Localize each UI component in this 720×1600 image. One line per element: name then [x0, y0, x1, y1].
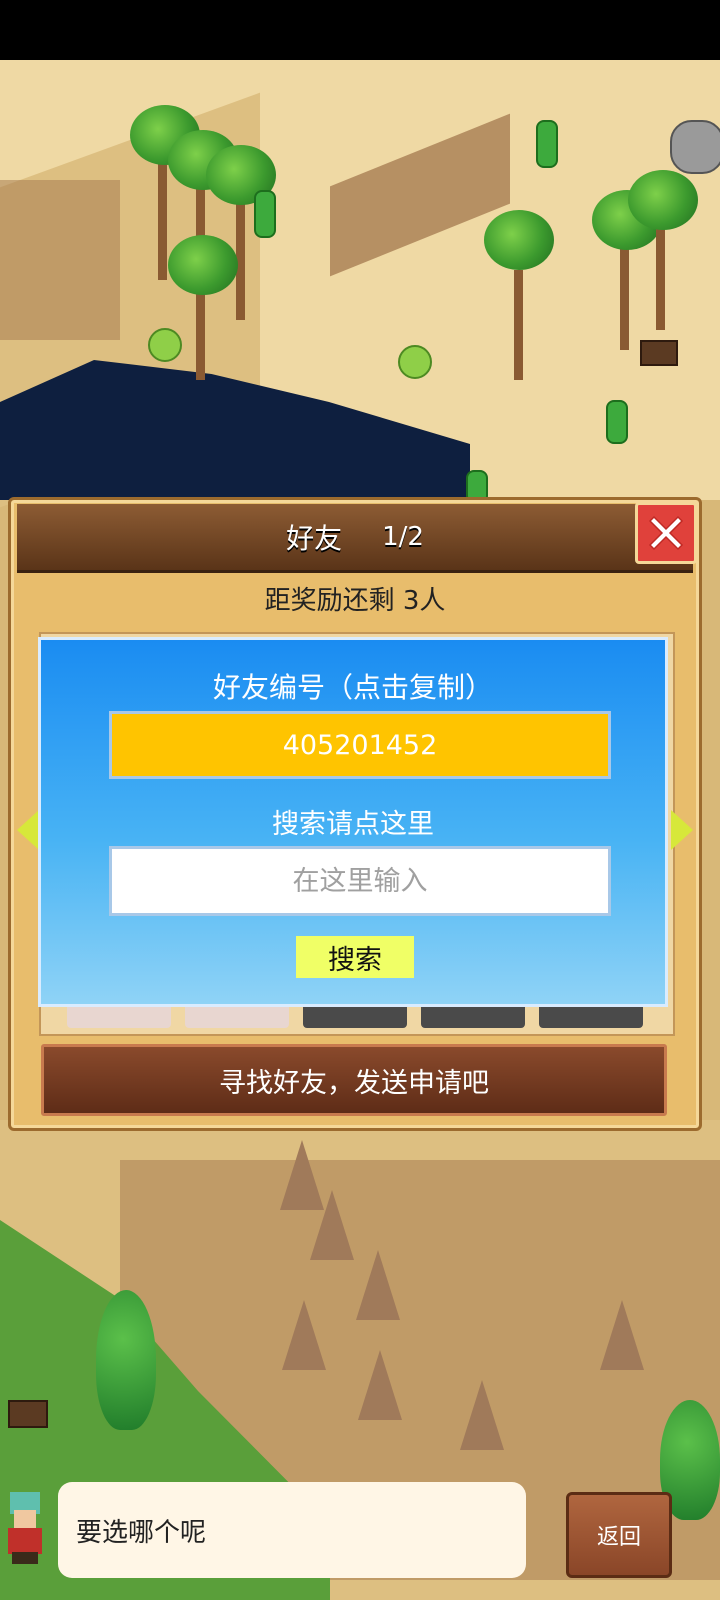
speech-bubble: 要选哪个呢 [58, 1482, 526, 1578]
list-slot[interactable] [539, 1006, 643, 1028]
list-slot[interactable] [421, 1006, 525, 1028]
page-indicator: 1/2 [382, 522, 424, 552]
arrow-right-icon[interactable] [671, 810, 693, 850]
close-icon [648, 515, 684, 551]
search-label: 搜索请点这里 [272, 809, 434, 840]
speech-text: 要选哪个呢 [76, 1517, 207, 1548]
close-button[interactable] [635, 502, 697, 564]
search-input[interactable] [109, 846, 611, 916]
arrow-left-icon[interactable] [17, 810, 39, 850]
find-friends-button[interactable]: 寻找好友，发送申请吧 [41, 1044, 667, 1116]
search-button[interactable]: 搜索 [296, 936, 414, 978]
list-slot[interactable] [185, 1006, 289, 1028]
dialog-title: 好友编号（点击复制） [212, 671, 493, 704]
friend-id-dialog: 好友编号（点击复制） 405201452 搜索请点这里 搜索 [38, 637, 668, 1007]
friend-id-copy-box[interactable]: 405201452 [109, 711, 611, 779]
character-avatar [8, 1492, 42, 1564]
status-bar [0, 0, 720, 60]
list-slot[interactable] [303, 1006, 407, 1028]
friend-id-value: 405201452 [282, 729, 438, 761]
panel-title: 好友 [286, 522, 343, 555]
reward-remaining-text: 距奖励还剩 3人 [264, 586, 446, 616]
list-slot[interactable] [67, 1006, 171, 1028]
panel-header: 好友 1/2 [17, 504, 693, 573]
back-button[interactable]: 返回 [566, 1492, 672, 1578]
